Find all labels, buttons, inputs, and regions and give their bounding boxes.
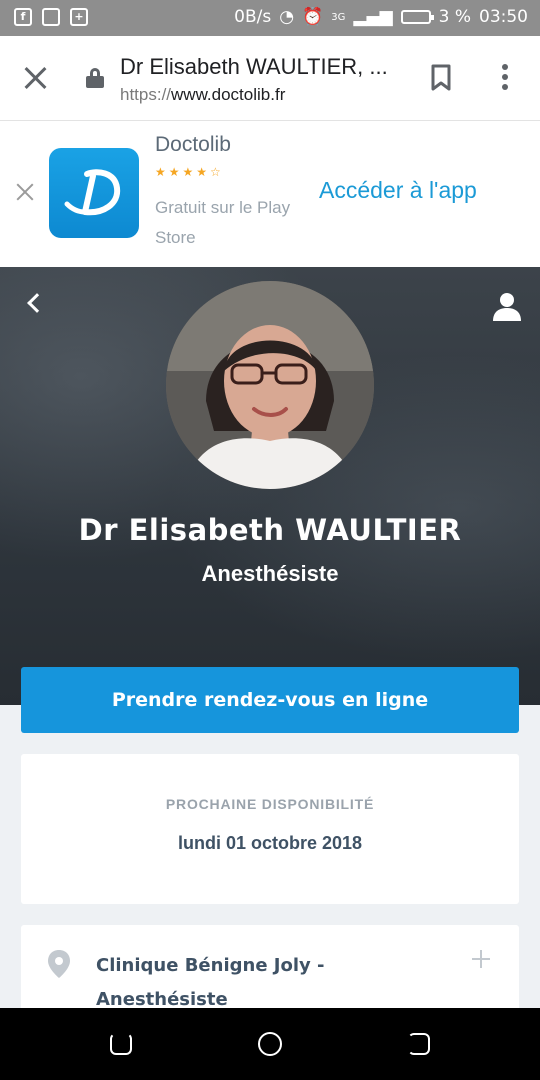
user-account-icon[interactable] [492, 291, 522, 321]
back-arrow-icon[interactable] [24, 293, 44, 313]
system-icons: 0B/s ◔ ⏰ 3G ▂▄▆ 3 % 03:50 [234, 7, 528, 27]
doctor-name: Dr Elisabeth WAULTIER [78, 513, 462, 547]
browser-toolbar: Dr Elisabeth WAULTIER, ... https://www.d… [0, 36, 540, 121]
system-nav-bar [0, 1008, 540, 1080]
doctor-photo [166, 281, 374, 489]
availability-label: PROCHAINE DISPONIBILITÉ [165, 796, 375, 812]
open-app-link[interactable]: Accéder à l'app [319, 177, 477, 204]
clock: 03:50 [479, 7, 528, 27]
clinic-card[interactable]: Clinique Bénigne Joly - Anesthésiste [21, 925, 519, 1015]
app-name: Doctolib [155, 133, 231, 156]
cast-icon [42, 8, 60, 26]
battery-level: 3 % [438, 7, 471, 27]
close-tab-icon[interactable] [22, 64, 50, 92]
availability-date[interactable]: lundi 01 octobre 2018 [21, 833, 519, 854]
bookmark-icon[interactable] [430, 64, 452, 92]
url-bar[interactable]: https://www.doctolib.fr [120, 85, 285, 105]
battery-saver-icon: + [70, 8, 88, 26]
doctor-header: Dr Elisabeth WAULTIER Anesthésiste [0, 267, 540, 705]
url-scheme: https:// [120, 85, 172, 104]
net-speed: 0B/s [234, 7, 272, 27]
back-icon[interactable] [408, 1033, 430, 1055]
home-icon[interactable] [258, 1032, 282, 1056]
lock-icon[interactable] [86, 68, 104, 88]
expand-plus-icon[interactable] [471, 949, 491, 969]
availability-card: PROCHAINE DISPONIBILITÉ lundi 01 octobre… [21, 754, 519, 904]
doctor-specialty: Anesthésiste [201, 561, 339, 586]
network-type: 3G [331, 11, 346, 23]
location-pin-icon [47, 949, 71, 979]
app-install-banner: Doctolib ★★★★☆ Gratuit sur le Play Store… [0, 121, 540, 267]
recents-icon[interactable] [110, 1033, 132, 1055]
book-appointment-button[interactable]: Prendre rendez-vous en ligne [21, 667, 519, 733]
data-saver-icon: ◔ [279, 7, 295, 27]
dismiss-banner-icon[interactable] [14, 181, 36, 203]
alarm-icon: ⏰ [302, 7, 324, 27]
status-bar: f + 0B/s ◔ ⏰ 3G ▂▄▆ 3 % 03:50 [0, 0, 540, 36]
notification-icons: f + [14, 8, 88, 26]
doctolib-app-icon[interactable] [49, 148, 139, 238]
rating-stars: ★★★★☆ [155, 165, 224, 179]
app-subtitle: Gratuit sur le Play Store [155, 198, 291, 247]
url-host: www.doctolib.fr [171, 85, 286, 104]
more-options-icon[interactable] [500, 64, 510, 94]
page-title[interactable]: Dr Elisabeth WAULTIER, ... [120, 54, 388, 80]
battery-icon [400, 10, 434, 24]
signal-icon: ▂▄▆ [353, 7, 393, 27]
clinic-name: Clinique Bénigne Joly - Anesthésiste [96, 955, 325, 1010]
facebook-icon: f [14, 8, 32, 26]
